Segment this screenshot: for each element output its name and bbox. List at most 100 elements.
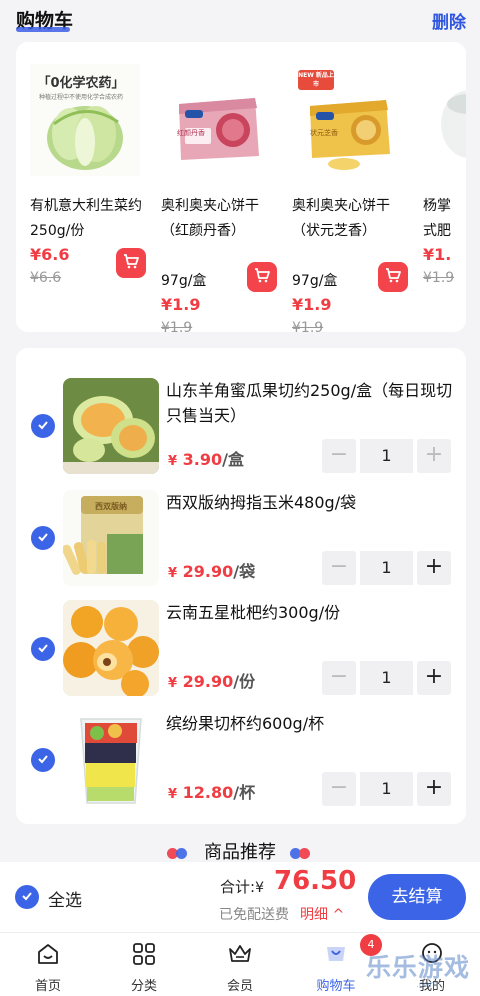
recommendation-strip[interactable]: 「0化学农药」 种植过程中不使用化学合成农药 有机意大利生菜约 250g/份 ¥…	[16, 42, 466, 332]
recommend-heading: 商品推荐	[204, 842, 276, 863]
delete-button[interactable]: 删除	[432, 8, 466, 33]
select-all-label[interactable]: 全选	[48, 886, 82, 911]
cart-item[interactable]: 云南五星枇杷约300g/份 ¥ 29.90/份 − 1 +	[16, 600, 466, 711]
quantity-value[interactable]: 1	[360, 439, 413, 473]
checkout-button[interactable]: 去结算	[368, 874, 466, 920]
item-name: 山东羊角蜜瓜果切约250g/盒（每日现切 只售当天）	[166, 381, 453, 425]
decrease-button[interactable]: −	[322, 551, 356, 585]
tab-category[interactable]: 分类	[96, 933, 192, 996]
tab-home[interactable]: 首页	[0, 933, 96, 996]
item-price: ¥ 29.90/袋	[168, 562, 256, 581]
total-amount: 76.50	[274, 866, 357, 896]
item-image-caption: 西双版纳	[95, 502, 127, 511]
decrease-button[interactable]: −	[322, 772, 356, 806]
quantity-value[interactable]: 1	[360, 772, 413, 806]
tab-label: 会员	[226, 979, 253, 994]
quantity-stepper[interactable]: − 1 +	[322, 772, 451, 806]
rec-item-image	[429, 64, 466, 176]
rec-item[interactable]: 杨掌式肥 ¥1. ¥1.9	[409, 42, 466, 332]
rec-item-price: ¥6.6	[30, 245, 70, 264]
rec-item-old-price: ¥1.9	[423, 270, 455, 286]
item-image	[63, 378, 159, 474]
item-image	[63, 711, 159, 807]
title-underline	[16, 27, 70, 32]
item-checkbox[interactable]	[31, 748, 55, 772]
checkout-bar: 全选 合计:¥ 76.50 已免配送费 明细 ^ 去结算	[0, 862, 480, 932]
cart-item[interactable]: 西双版纳 西双版纳拇指玉米480g/袋 ¥ 29.90/袋 − 1 +	[16, 490, 466, 601]
rec-image-caption: 红颜丹香	[177, 129, 205, 137]
increase-button[interactable]: +	[417, 772, 451, 806]
tab-label: 首页	[34, 979, 61, 994]
rec-item-price: ¥1.9	[292, 295, 332, 314]
rec-item-spec: 97g/盒	[292, 273, 338, 289]
quantity-value[interactable]: 1	[360, 551, 413, 585]
rec-item-old-price: ¥1.9	[161, 320, 193, 332]
rec-item-price: ¥1.9	[161, 295, 201, 314]
quantity-stepper[interactable]: − 1 +	[322, 551, 451, 585]
quantity-stepper[interactable]: − 1 +	[322, 439, 451, 473]
check-icon	[36, 751, 50, 770]
decor-dot	[299, 848, 310, 859]
rec-item-old-price: ¥1.9	[292, 320, 324, 332]
rec-image-caption: 「0化学农药」	[37, 76, 125, 91]
cart-item[interactable]: 山东羊角蜜瓜果切约250g/盒（每日现切 只售当天） ¥ 3.90/盒 − 1 …	[16, 378, 466, 489]
increase-button[interactable]: +	[417, 439, 451, 473]
rec-image-caption: 状元芝香	[310, 129, 338, 137]
item-checkbox[interactable]	[31, 526, 55, 550]
item-checkbox[interactable]	[31, 637, 55, 661]
category-icon	[131, 941, 157, 967]
free-shipping-note: 已免配送费	[219, 907, 289, 923]
watermark-text: 乐乐游戏	[366, 953, 471, 982]
item-price: ¥ 12.80/杯	[168, 783, 256, 802]
item-name: 云南五星枇杷约300g/份	[166, 603, 341, 622]
increase-button[interactable]: +	[417, 551, 451, 585]
rec-item-name: 杨掌式肥	[423, 198, 451, 239]
tab-label: 分类	[130, 979, 157, 994]
cart-icon	[122, 252, 140, 274]
item-image	[63, 600, 159, 696]
watermark-sub: .com	[416, 980, 439, 990]
check-icon	[36, 417, 50, 436]
decrease-button[interactable]: −	[322, 661, 356, 695]
item-price: ¥ 3.90/盒	[168, 450, 244, 469]
tab-member[interactable]: 会员	[192, 933, 288, 996]
check-icon	[36, 529, 50, 548]
rec-item-spec: 250g/份	[30, 223, 85, 239]
rec-item-spec: 97g/盒	[161, 273, 207, 289]
rec-image-tag: NEW 新品上市	[298, 72, 334, 88]
select-all-checkbox[interactable]	[15, 885, 39, 909]
cart-icon	[253, 266, 271, 288]
item-price: ¥ 29.90/份	[168, 672, 256, 691]
cart-icon	[323, 941, 349, 967]
rec-item[interactable]: 「0化学农药」 种植过程中不使用化学合成农药 有机意大利生菜约 250g/份 ¥…	[16, 42, 146, 332]
cart-list: 山东羊角蜜瓜果切约250g/盒（每日现切 只售当天） ¥ 3.90/盒 − 1 …	[16, 348, 466, 824]
add-to-cart-button[interactable]	[378, 262, 408, 292]
detail-toggle[interactable]: 明细 ^	[300, 904, 344, 924]
header: 购物车 删除	[0, 0, 480, 40]
home-icon	[35, 941, 61, 967]
rec-item-name: 有机意大利生菜约	[30, 198, 142, 214]
total-label: 合计:¥	[220, 878, 264, 896]
rec-item-image	[161, 64, 271, 176]
item-name: 西双版纳拇指玉米480g/袋	[166, 493, 357, 512]
increase-button[interactable]: +	[417, 661, 451, 695]
rec-image-subcaption: 种植过程中不使用化学合成农药	[38, 94, 123, 101]
item-checkbox[interactable]	[31, 414, 55, 438]
add-to-cart-button[interactable]	[116, 248, 146, 278]
heading-dots-right	[290, 848, 314, 859]
quantity-value[interactable]: 1	[360, 661, 413, 695]
cart-item[interactable]: 缤纷果切杯约600g/杯 ¥ 12.80/杯 − 1 +	[16, 711, 466, 822]
item-name: 缤纷果切杯约600g/杯	[166, 714, 325, 733]
rec-item-old-price: ¥6.6	[30, 270, 62, 286]
check-icon	[36, 640, 50, 659]
rec-item-name: 奥利奥夹心饼干（红颜丹香）	[161, 198, 259, 239]
rec-item-price: ¥1.	[423, 245, 452, 264]
crown-icon	[227, 941, 253, 967]
watermark: 乐乐游戏 .com	[366, 944, 478, 992]
decrease-button[interactable]: −	[322, 439, 356, 473]
check-icon	[20, 888, 34, 907]
cart-icon	[384, 266, 402, 288]
rec-item-name: 奥利奥夹心饼干（状元芝香）	[292, 198, 390, 239]
quantity-stepper[interactable]: − 1 +	[322, 661, 451, 695]
add-to-cart-button[interactable]	[247, 262, 277, 292]
